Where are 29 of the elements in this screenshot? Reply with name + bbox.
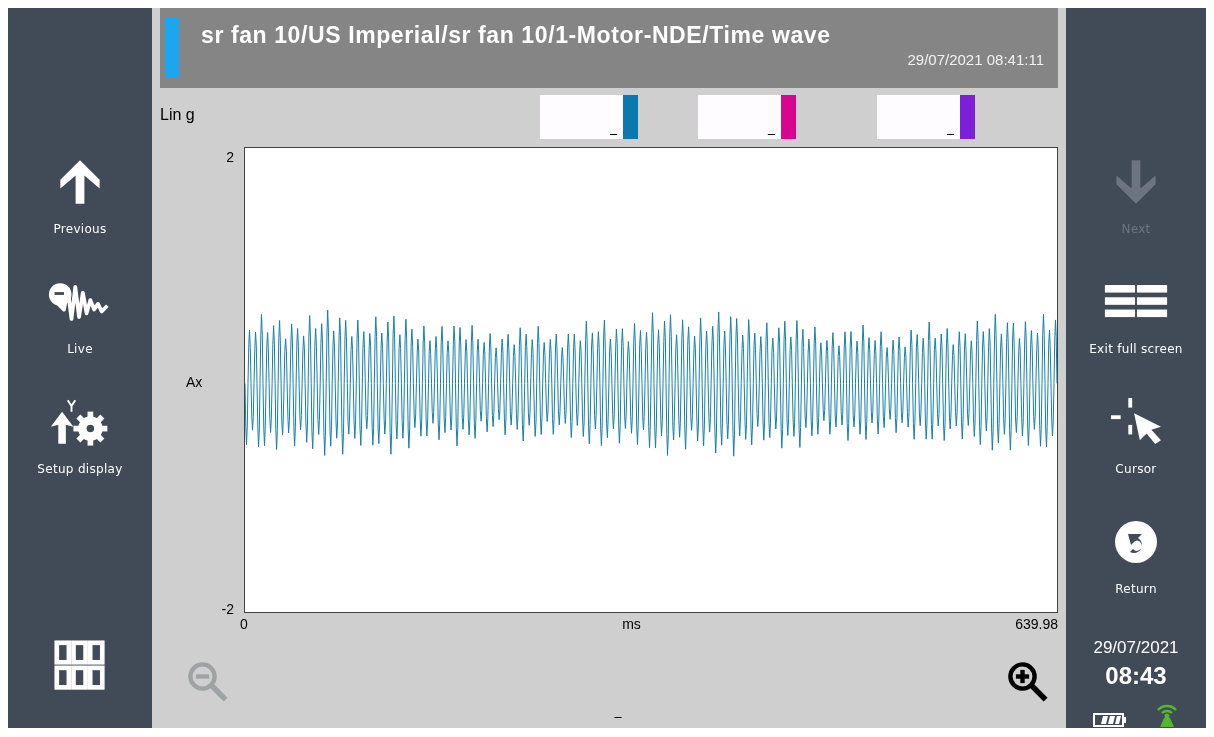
sidebar-button[interactable]: Cursor — [1103, 398, 1169, 518]
zoom-in-button[interactable] — [1006, 659, 1050, 704]
up-arrow-icon — [58, 158, 102, 206]
x-axis-label: ms — [622, 616, 641, 632]
sidebar-button[interactable]: Setup display — [37, 398, 123, 518]
cursor-value-field: _ — [540, 95, 638, 139]
battery-icon — [1093, 712, 1127, 728]
bottom-value: _ — [614, 702, 622, 718]
x-axis-min: 0 — [240, 616, 248, 632]
accent-stripe — [165, 18, 179, 78]
down-arrow-icon — [1114, 158, 1158, 206]
clock-time: 08:43 — [1105, 662, 1167, 690]
grid-menu-icon[interactable] — [54, 640, 106, 692]
wireless-signal-icon — [1155, 702, 1179, 728]
units-label: Lin g — [160, 106, 196, 124]
y-axis-min: -2 — [221, 601, 234, 617]
clock-date: 29/07/2021 — [1093, 638, 1179, 658]
window-title: sr fan 10/US Imperial/sr fan 10/1-Motor-NDE/Time wave — [200, 22, 831, 49]
sidebar-button[interactable]: Previous — [53, 158, 107, 278]
y-axis-max: 2 — [226, 149, 234, 165]
cursor-value-field: _ — [698, 95, 796, 139]
cursor-value-field: _ — [877, 95, 975, 139]
sidebar-button[interactable]: Exit full screen — [1089, 278, 1183, 398]
return-icon — [1114, 518, 1158, 566]
channel-label: Ax — [186, 374, 203, 390]
x-axis-max: 639.98 — [1015, 616, 1058, 632]
sidebar-button[interactable]: Return — [1114, 518, 1158, 638]
sidebar-button[interactable]: Live — [47, 278, 113, 398]
timestamp: 29/07/2021 08:41:11 — [907, 51, 1044, 68]
